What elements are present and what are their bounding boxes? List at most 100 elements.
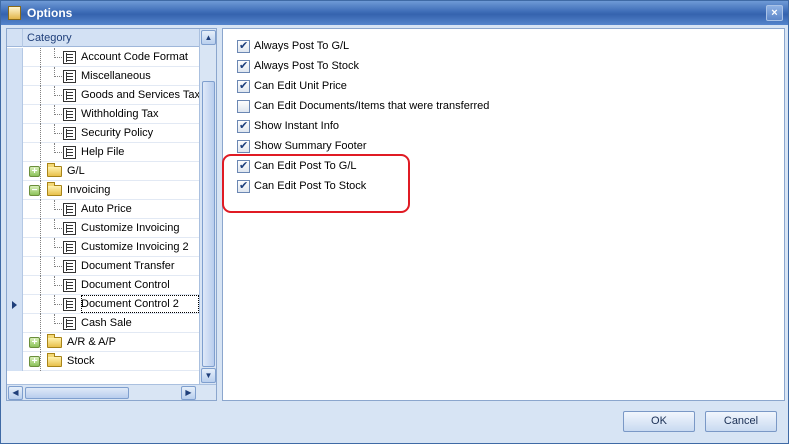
checkbox-checked[interactable] [237,139,250,153]
collapse-icon[interactable]: − [29,185,40,196]
chevron-down-icon: ▼ [204,371,213,380]
scroll-right-button[interactable]: ▶ [181,386,196,400]
tree-folder-row[interactable]: + G/L [7,162,199,181]
tree-line [40,352,41,371]
tree-item-row[interactable]: Customize Invoicing [7,219,199,238]
tree-item-row[interactable]: Auto Price [7,200,199,219]
tree-line [54,266,62,267]
tree-item-row[interactable]: Document Control 2 [7,295,199,314]
document-icon [63,146,76,159]
tree-line [40,162,41,181]
checkbox-checked[interactable] [237,39,250,53]
row-indicator [7,314,23,333]
tree-item-label: Customize Invoicing 2 [81,241,189,253]
tree-item-row[interactable]: Withholding Tax [7,105,199,124]
folder-icon [47,334,62,348]
tree-item-row[interactable]: Cash Sale [7,314,199,333]
chevron-left-icon: ◀ [12,388,19,397]
tree-folder-row[interactable]: + Stock [7,352,199,371]
option-label: Always Post To G/L [254,40,350,52]
tree-folder-row[interactable]: + A/R & A/P [7,333,199,352]
row-indicator [7,200,23,219]
row-indicator [7,162,23,181]
folder-icon [47,163,62,177]
tree-item-row[interactable]: Miscellaneous [7,67,199,86]
tree-line [40,333,41,352]
document-icon [63,89,76,102]
tree-item-row[interactable]: Security Policy [7,124,199,143]
document-icon [63,108,76,121]
tree-item-label: Withholding Tax [81,108,159,120]
tree-folder-row[interactable]: − Invoicing [7,181,199,200]
tree-item-row[interactable]: Document Transfer [7,257,199,276]
highlight-annotation [222,154,410,213]
tree-line [40,124,41,143]
scroll-up-button[interactable]: ▲ [201,30,216,45]
close-icon: × [771,7,778,19]
tree-item-label: Account Code Format [81,51,188,63]
scroll-thumb[interactable] [202,81,215,367]
tree-line [54,238,55,248]
tree-line [40,143,41,162]
horizontal-scroll-thumb[interactable] [25,387,129,399]
close-button[interactable]: × [766,5,783,21]
scroll-left-button[interactable]: ◀ [8,386,23,400]
tree-line [54,276,55,286]
row-indicator [7,257,23,276]
tree-line [54,314,55,324]
folder-icon [47,182,62,196]
tree-line [54,105,55,115]
row-indicator [7,352,23,371]
scroll-down-button[interactable]: ▼ [201,368,216,383]
chevron-right-icon: ▶ [185,388,192,397]
tree-line [54,295,55,305]
row-indicator [7,181,23,200]
checkbox-checked[interactable] [237,119,250,133]
document-icon [63,317,76,330]
expand-icon[interactable]: + [29,356,40,367]
expand-icon[interactable]: + [29,337,40,348]
checkbox-checked[interactable] [237,79,250,93]
tree-line [54,257,55,267]
tree-item-label: Document Transfer [81,260,175,272]
tree-item-row[interactable]: Document Control [7,276,199,295]
tree-item-row[interactable]: Account Code Format [7,48,199,67]
tree-folder-label: G/L [67,165,85,177]
document-icon [63,70,76,83]
cancel-button[interactable]: Cancel [705,411,777,432]
tree-line [54,323,62,324]
document-icon [63,298,76,311]
tree-line [54,48,55,58]
tree-item-row[interactable]: Help File [7,143,199,162]
tree-line [54,219,55,229]
document-icon [63,241,76,254]
expand-icon[interactable]: + [29,166,40,177]
tree-line [54,124,55,134]
tree-horizontal-scrollbar[interactable]: ◀ ▶ [7,384,216,400]
option-label: Can Edit Unit Price [254,80,347,92]
tree-item-row[interactable]: Customize Invoicing 2 [7,238,199,257]
title-bar[interactable]: Options × [1,1,788,25]
tree-item-label: Document Control [81,279,170,291]
app-icon [8,6,21,20]
tree-vertical-scrollbar[interactable]: ▲ ▼ [199,29,216,385]
tree-line [54,67,55,77]
option-label: Show Instant Info [254,120,339,132]
tree-line [54,228,62,229]
tree-line [54,143,55,153]
checkbox-unchecked[interactable] [237,100,250,113]
tree-line [40,257,41,276]
checkbox-checked[interactable] [237,59,250,73]
options-panel: Always Post To G/L Always Post To Stock Ca… [222,28,785,401]
tree-line [54,57,62,58]
row-indicator-header [7,29,23,47]
tree-line [40,105,41,124]
row-indicator [7,238,23,257]
tree-item-row[interactable]: Goods and Services Tax [7,86,199,105]
tree-item-label: Help File [81,146,125,158]
tree-header[interactable]: Category [7,29,199,47]
tree-line [40,86,41,105]
ok-button[interactable]: OK [623,411,695,432]
options-dialog: Options × Category Account Code Format Mi… [0,0,789,444]
tree-item-label: Customize Invoicing [81,222,180,234]
